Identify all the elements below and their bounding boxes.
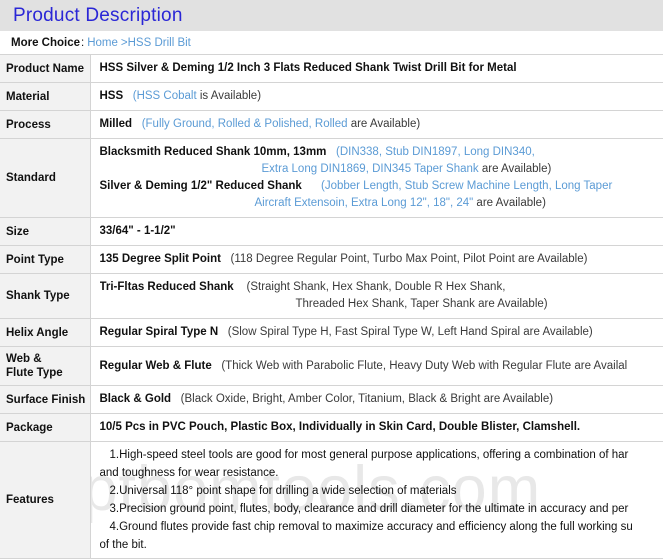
value-primary: Milled <box>100 118 133 130</box>
row-value-web-flute-type: Regular Web & Flute (Thick Web with Para… <box>90 347 663 386</box>
page-title: Product Description <box>13 5 183 27</box>
row-label-helix-angle: Helix Angle <box>0 319 90 347</box>
table-row: Features ptbomtools.com 1.High-speed ste… <box>0 442 663 559</box>
row-label-web-flute-type: Web & Flute Type <box>0 347 90 386</box>
value-options: (Slow Spiral Type H, Fast Spiral Type W,… <box>228 326 593 338</box>
row-value-material: HSS (HSS Cobalt is Available) <box>90 83 663 111</box>
breadcrumb-chevron-icon: > <box>121 37 128 49</box>
row-label-standard: Standard <box>0 139 90 218</box>
value-line: Black & Gold (Black Oxide, Bright, Amber… <box>100 391 663 408</box>
value-option-link[interactable]: Extra Long DIN1869, DIN345 Taper Shank <box>262 163 479 175</box>
value-primary: Black & Gold <box>100 393 172 405</box>
value-option-link[interactable]: (HSS Cobalt <box>133 90 197 102</box>
row-value-point-type: 135 Degree Split Point (118 Degree Regul… <box>90 246 663 274</box>
value-line: Extra Long DIN1869, DIN345 Taper Shank a… <box>100 161 663 178</box>
row-value-shank-type: Tri-Fltas Reduced Shank (Straight Shank,… <box>90 274 663 319</box>
feature-line: of the bit. <box>100 536 663 554</box>
row-label-product-name: Product Name <box>0 55 90 83</box>
value-options: (Black Oxide, Bright, Amber Color, Titan… <box>181 393 553 405</box>
value-options: Threaded Hex Shank, Taper Shank are Avai… <box>296 298 548 310</box>
value-option-link[interactable]: (DIN338, Stub DIN1897, Long DIN340, <box>336 146 535 158</box>
feature-line: 1.High-speed steel tools are good for mo… <box>100 446 663 464</box>
value-primary: HSS <box>100 90 124 102</box>
table-row: Package 10/5 Pcs in PVC Pouch, Plastic B… <box>0 414 663 442</box>
value-line: Blacksmith Reduced Shank 10mm, 13mm (DIN… <box>100 144 663 161</box>
table-row: Surface Finish Black & Gold (Black Oxide… <box>0 386 663 414</box>
row-label-material: Material <box>0 83 90 111</box>
row-value-features: ptbomtools.com 1.High-speed steel tools … <box>90 442 663 559</box>
breadcrumb: More Choice : Home > HSS Drill Bit <box>0 32 663 54</box>
row-label-line1: Web & <box>6 352 90 366</box>
value-line: Threaded Hex Shank, Taper Shank are Avai… <box>100 296 663 313</box>
table-row: Standard Blacksmith Reduced Shank 10mm, … <box>0 139 663 218</box>
product-description-header: Product Description <box>0 0 663 32</box>
row-label-line2: Flute Type <box>6 366 90 380</box>
value-primary: Silver & Deming 1/2" Reduced Shank <box>100 180 302 192</box>
value-options: (Straight Shank, Hex Shank, Double R Hex… <box>247 281 506 293</box>
value-primary: Tri-Fltas Reduced Shank <box>100 281 234 293</box>
feature-line: 2.Universal 118° point shape for drillin… <box>100 482 663 500</box>
feature-line: 3.Precision ground point, flutes, body, … <box>100 500 663 518</box>
value-option-tail: is Available) <box>197 90 261 102</box>
value-primary: 33/64" - 1-1/2" <box>100 225 176 237</box>
row-value-process: Milled (Fully Ground, Rolled & Polished,… <box>90 111 663 139</box>
value-options: (Thick Web with Parabolic Flute, Heavy D… <box>221 360 627 372</box>
row-value-standard: Blacksmith Reduced Shank 10mm, 13mm (DIN… <box>90 139 663 218</box>
value-line: HSS Silver & Deming 1/2 Inch 3 Flats Red… <box>100 60 663 77</box>
value-options: (118 Degree Regular Point, Turbo Max Poi… <box>231 253 588 265</box>
table-row: Point Type 135 Degree Split Point (118 D… <box>0 246 663 274</box>
value-primary: Regular Web & Flute <box>100 360 212 372</box>
value-line: Regular Spiral Type N (Slow Spiral Type … <box>100 324 663 341</box>
row-value-helix-angle: Regular Spiral Type N (Slow Spiral Type … <box>90 319 663 347</box>
value-option-tail: are Available) <box>479 163 552 175</box>
row-label-point-type: Point Type <box>0 246 90 274</box>
value-option-link[interactable]: Aircraft Extensoin, Extra Long 12", 18",… <box>255 197 474 209</box>
row-label-package: Package <box>0 414 90 442</box>
table-row: Product Name HSS Silver & Deming 1/2 Inc… <box>0 55 663 83</box>
table-row: Shank Type Tri-Fltas Reduced Shank (Stra… <box>0 274 663 319</box>
value-option-tail: are Available) <box>348 118 421 130</box>
value-line: Regular Web & Flute (Thick Web with Para… <box>100 358 663 375</box>
feature-line: 4.Ground flutes provide fast chip remova… <box>100 518 663 536</box>
value-line: Aircraft Extensoin, Extra Long 12", 18",… <box>100 195 663 212</box>
row-label-features: Features <box>0 442 90 559</box>
table-row: Process Milled (Fully Ground, Rolled & P… <box>0 111 663 139</box>
value-line: Tri-Fltas Reduced Shank (Straight Shank,… <box>100 279 663 296</box>
row-value-package: 10/5 Pcs in PVC Pouch, Plastic Box, Indi… <box>90 414 663 442</box>
row-label-surface-finish: Surface Finish <box>0 386 90 414</box>
value-line: 135 Degree Split Point (118 Degree Regul… <box>100 251 663 268</box>
value-primary: HSS Silver & Deming 1/2 Inch 3 Flats Red… <box>100 62 517 74</box>
value-primary: 135 Degree Split Point <box>100 253 221 265</box>
value-line: 33/64" - 1-1/2" <box>100 223 663 240</box>
value-option-tail: are Available) <box>473 197 546 209</box>
breadcrumb-link-current[interactable]: HSS Drill Bit <box>128 37 191 49</box>
row-label-process: Process <box>0 111 90 139</box>
value-line: HSS (HSS Cobalt is Available) <box>100 88 663 105</box>
value-primary: Blacksmith Reduced Shank 10mm, 13mm <box>100 146 327 158</box>
value-primary: 10/5 Pcs in PVC Pouch, Plastic Box, Indi… <box>100 421 581 433</box>
value-line: Milled (Fully Ground, Rolled & Polished,… <box>100 116 663 133</box>
breadcrumb-label: More Choice <box>11 37 80 49</box>
value-line: Silver & Deming 1/2" Reduced Shank (Jobb… <box>100 178 663 195</box>
feature-line: and toughness for wear resistance. <box>100 464 663 482</box>
product-spec-table: Product Name HSS Silver & Deming 1/2 Inc… <box>0 54 663 559</box>
breadcrumb-link-home[interactable]: Home <box>87 37 118 49</box>
value-line: 10/5 Pcs in PVC Pouch, Plastic Box, Indi… <box>100 419 663 436</box>
row-label-size: Size <box>0 218 90 246</box>
table-row: Material HSS (HSS Cobalt is Available) <box>0 83 663 111</box>
value-option-link[interactable]: (Fully Ground, Rolled & Polished, Rolled <box>142 118 348 130</box>
table-row: Helix Angle Regular Spiral Type N (Slow … <box>0 319 663 347</box>
table-row: Web & Flute Type Regular Web & Flute (Th… <box>0 347 663 386</box>
row-value-surface-finish: Black & Gold (Black Oxide, Bright, Amber… <box>90 386 663 414</box>
table-row: Size 33/64" - 1-1/2" <box>0 218 663 246</box>
features-list: 1.High-speed steel tools are good for mo… <box>100 446 663 554</box>
row-value-product-name: HSS Silver & Deming 1/2 Inch 3 Flats Red… <box>90 55 663 83</box>
value-primary: Regular Spiral Type N <box>100 326 219 338</box>
row-label-shank-type: Shank Type <box>0 274 90 319</box>
breadcrumb-separator: : <box>81 37 84 49</box>
value-option-link[interactable]: (Jobber Length, Stub Screw Machine Lengt… <box>321 180 612 192</box>
row-value-size: 33/64" - 1-1/2" <box>90 218 663 246</box>
